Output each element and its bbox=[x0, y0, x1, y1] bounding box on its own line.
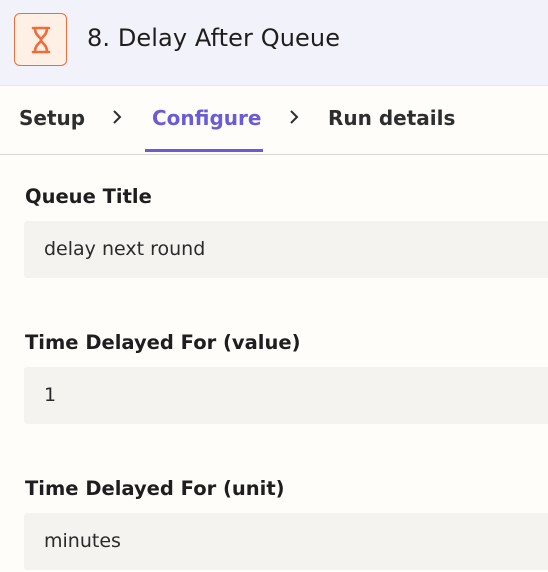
delay-unit-field[interactable]: minutes bbox=[24, 513, 548, 570]
tab-configure[interactable]: Configure bbox=[152, 106, 261, 130]
hourglass-icon[interactable] bbox=[14, 13, 67, 66]
step-tabs: Setup Configure Run details bbox=[0, 86, 548, 155]
delay-value-label: Time Delayed For (value) bbox=[25, 331, 301, 354]
queue-title-label: Queue Title bbox=[25, 185, 152, 208]
step-header: 8. Delay After Queue bbox=[0, 0, 548, 86]
delay-value-value: 1 bbox=[44, 384, 57, 406]
delay-unit-value: minutes bbox=[44, 530, 121, 552]
queue-title-field[interactable]: delay next round bbox=[24, 221, 548, 278]
active-tab-indicator bbox=[145, 149, 263, 152]
tab-setup[interactable]: Setup bbox=[19, 106, 85, 130]
delay-unit-label: Time Delayed For (unit) bbox=[25, 477, 285, 500]
tab-run-details[interactable]: Run details bbox=[328, 106, 455, 130]
step-title: 8. Delay After Queue bbox=[87, 24, 341, 52]
delay-value-field[interactable]: 1 bbox=[24, 367, 548, 424]
chevron-right-icon bbox=[113, 110, 122, 124]
chevron-right-icon bbox=[290, 110, 299, 124]
queue-title-value: delay next round bbox=[44, 238, 206, 260]
